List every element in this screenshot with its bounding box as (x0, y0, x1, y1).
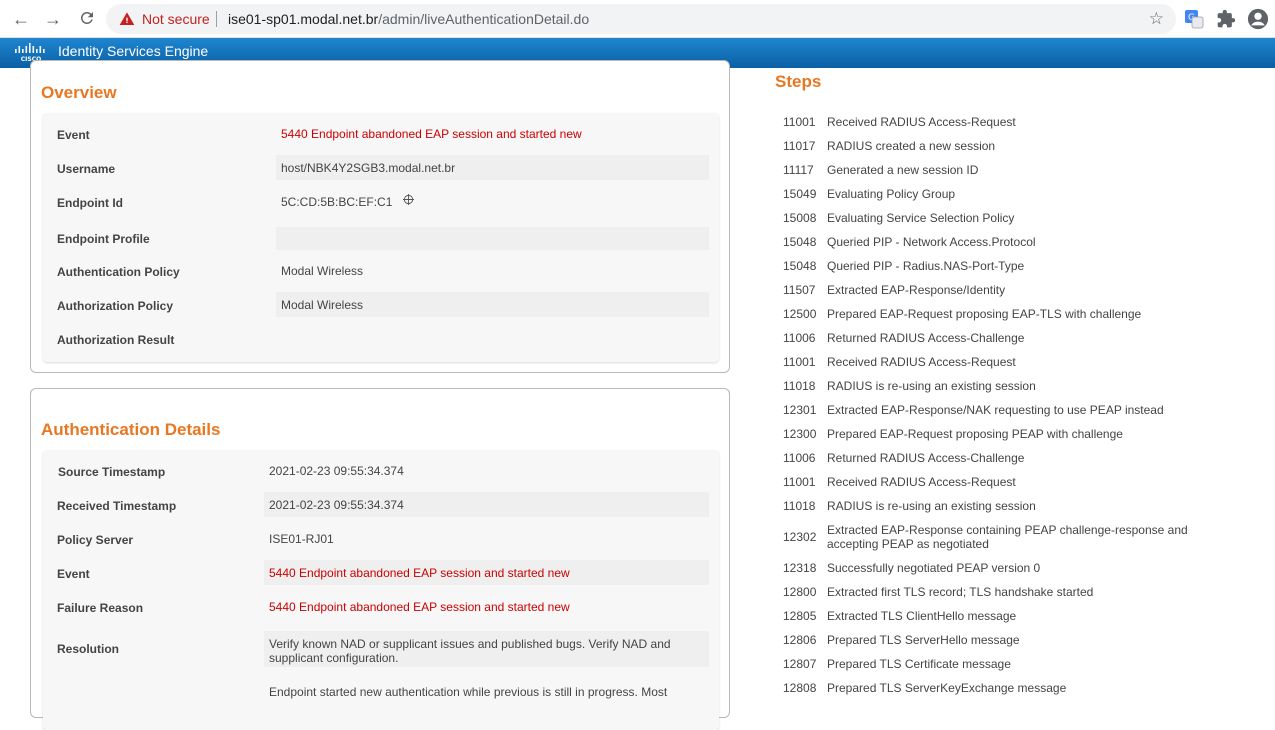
step-description: Queried PIP - Radius.NAS-Port-Type (827, 259, 1025, 273)
step-description: Received RADIUS Access-Request (827, 355, 1016, 369)
row-value: Modal Wireless (281, 264, 364, 278)
address-bar[interactable]: Not secure ise01-sp01.modal.net.br/admin… (106, 4, 1176, 34)
row-value: Modal Wireless (276, 292, 709, 317)
url-path: /admin/liveAuthenticationDetail.do (378, 11, 590, 27)
step-code: 12805 (783, 609, 817, 623)
row-label: Authorization Policy (57, 299, 174, 313)
step-description: Received RADIUS Access-Request (827, 475, 1016, 489)
steps-title: Steps (775, 72, 822, 91)
row-value: Endpoint started new authentication whil… (269, 685, 668, 699)
step-description: Generated a new session ID (827, 163, 979, 177)
step-code: 11117 (783, 163, 814, 177)
address-separator (216, 11, 217, 27)
step-description: Extracted EAP-Response containing PEAP c… (827, 523, 1188, 551)
step-code: 12300 (783, 427, 817, 441)
step-code: 11507 (783, 283, 816, 297)
step-description: Extracted first TLS record; TLS handshak… (827, 585, 1094, 599)
row-value: Verify known NAD or supplicant issues an… (264, 631, 709, 667)
step-code: 15049 (783, 187, 817, 201)
row-value: 5440 Endpoint abandoned EAP session and … (264, 560, 709, 585)
step-code: 12806 (783, 633, 817, 647)
row-label: Event (57, 567, 90, 581)
row-label: Policy Server (57, 533, 134, 547)
step-description: RADIUS created a new session (827, 139, 996, 153)
not-secure-label[interactable]: Not secure (142, 11, 210, 27)
profile-avatar-icon[interactable] (1247, 8, 1269, 30)
step-code: 12301 (783, 403, 817, 417)
step-code: 11001 (783, 475, 816, 489)
authentication-details-panel: Authentication Details Source Timestamp … (30, 388, 730, 730)
step-code: 15048 (783, 235, 817, 249)
step-code: 15008 (783, 211, 817, 225)
row-label: Received Timestamp (57, 499, 177, 513)
step-description: Prepared TLS Certificate message (827, 657, 1011, 671)
step-code: 12807 (783, 657, 817, 671)
row-value: 5440 Endpoint abandoned EAP session and … (281, 127, 582, 141)
row-label: Endpoint Id (57, 196, 123, 210)
url-host: ise01-sp01.modal.net.br (228, 11, 379, 27)
step-description: Extracted EAP-Response/Identity (827, 283, 1006, 297)
row-label: Event (57, 128, 90, 142)
row-label: Endpoint Profile (57, 232, 150, 246)
step-code: 11006 (783, 451, 816, 465)
step-description: RADIUS is re-using an existing session (827, 499, 1036, 513)
row-value: host/NBK4Y2SGB3.modal.net.br (276, 155, 709, 180)
step-code: 12318 (783, 561, 817, 575)
row-label: Authorization Result (57, 333, 175, 347)
step-description: Prepared TLS ServerHello message (827, 633, 1020, 647)
authentication-details-table: Source Timestamp 2021-02-23 09:55:34.374… (43, 450, 719, 730)
step-code: 11018 (783, 379, 816, 393)
row-label: Username (57, 162, 116, 176)
step-code: 11017 (783, 139, 816, 153)
step-code: 12800 (783, 585, 817, 599)
step-description: Prepared EAP-Request proposing EAP-TLS w… (827, 307, 1142, 321)
step-description: Returned RADIUS Access-Challenge (827, 451, 1025, 465)
step-description: Successfully negotiated PEAP version 0 (827, 561, 1041, 575)
authentication-details-title: Authentication Details (41, 420, 221, 439)
app-title: Identity Services Engine (58, 43, 209, 59)
step-description: Extracted EAP-Response/NAK requesting to… (827, 403, 1164, 417)
row-value: 5440 Endpoint abandoned EAP session and … (269, 600, 570, 614)
row-value: ISE01-RJ01 (269, 532, 334, 546)
row-value: 2021-02-23 09:55:34.374 (269, 464, 404, 478)
reload-icon[interactable] (77, 9, 97, 29)
browser-toolbar: ← → Not secure ise01-sp01.modal.net.br/a… (0, 0, 1275, 38)
row-label: Source Timestamp (58, 465, 166, 479)
step-code: 11001 (783, 115, 816, 129)
step-description: Evaluating Service Selection Policy (827, 211, 1015, 225)
row-label: Failure Reason (57, 601, 144, 615)
row-value (276, 227, 709, 250)
url-text[interactable]: ise01-sp01.modal.net.br/admin/liveAuthen… (228, 11, 589, 27)
step-code: 12302 (783, 530, 817, 544)
row-value (276, 326, 709, 338)
row-label: Resolution (57, 642, 119, 656)
translate-extension-icon[interactable]: G (1184, 9, 1204, 29)
step-code: 11001 (783, 355, 816, 369)
warning-icon (119, 12, 135, 25)
back-arrow-icon[interactable]: ← (11, 9, 31, 29)
step-description: Prepared EAP-Request proposing PEAP with… (827, 427, 1123, 441)
step-description: Evaluating Policy Group (827, 187, 956, 201)
step-code: 11018 (783, 499, 816, 513)
row-value: 5C:CD:5B:BC:EF:C1 (281, 195, 393, 209)
step-description: Returned RADIUS Access-Challenge (827, 331, 1025, 345)
step-code: 12808 (783, 681, 817, 695)
overview-table: Event 5440 Endpoint abandoned EAP sessio… (43, 113, 719, 362)
overview-panel: Overview Event 5440 Endpoint abandoned E… (30, 60, 730, 373)
overview-title: Overview (41, 83, 117, 102)
forward-arrow-icon[interactable]: → (43, 9, 63, 29)
step-description: Extracted TLS ClientHello message (827, 609, 1017, 623)
bookmark-star-icon[interactable]: ☆ (1149, 9, 1164, 29)
step-code: 12500 (783, 307, 817, 321)
extensions-puzzle-icon[interactable] (1216, 9, 1236, 29)
step-description: Queried PIP - Network Access.Protocol (827, 235, 1036, 249)
crosshair-icon[interactable] (403, 194, 414, 205)
step-code: 11006 (783, 331, 816, 345)
step-description: Received RADIUS Access-Request (827, 115, 1016, 129)
row-label: Authentication Policy (57, 265, 180, 279)
step-description: Prepared TLS ServerKeyExchange message (827, 681, 1067, 695)
step-code: 15048 (783, 259, 817, 273)
step-description: RADIUS is re-using an existing session (827, 379, 1036, 393)
row-value: 2021-02-23 09:55:34.374 (264, 492, 709, 517)
